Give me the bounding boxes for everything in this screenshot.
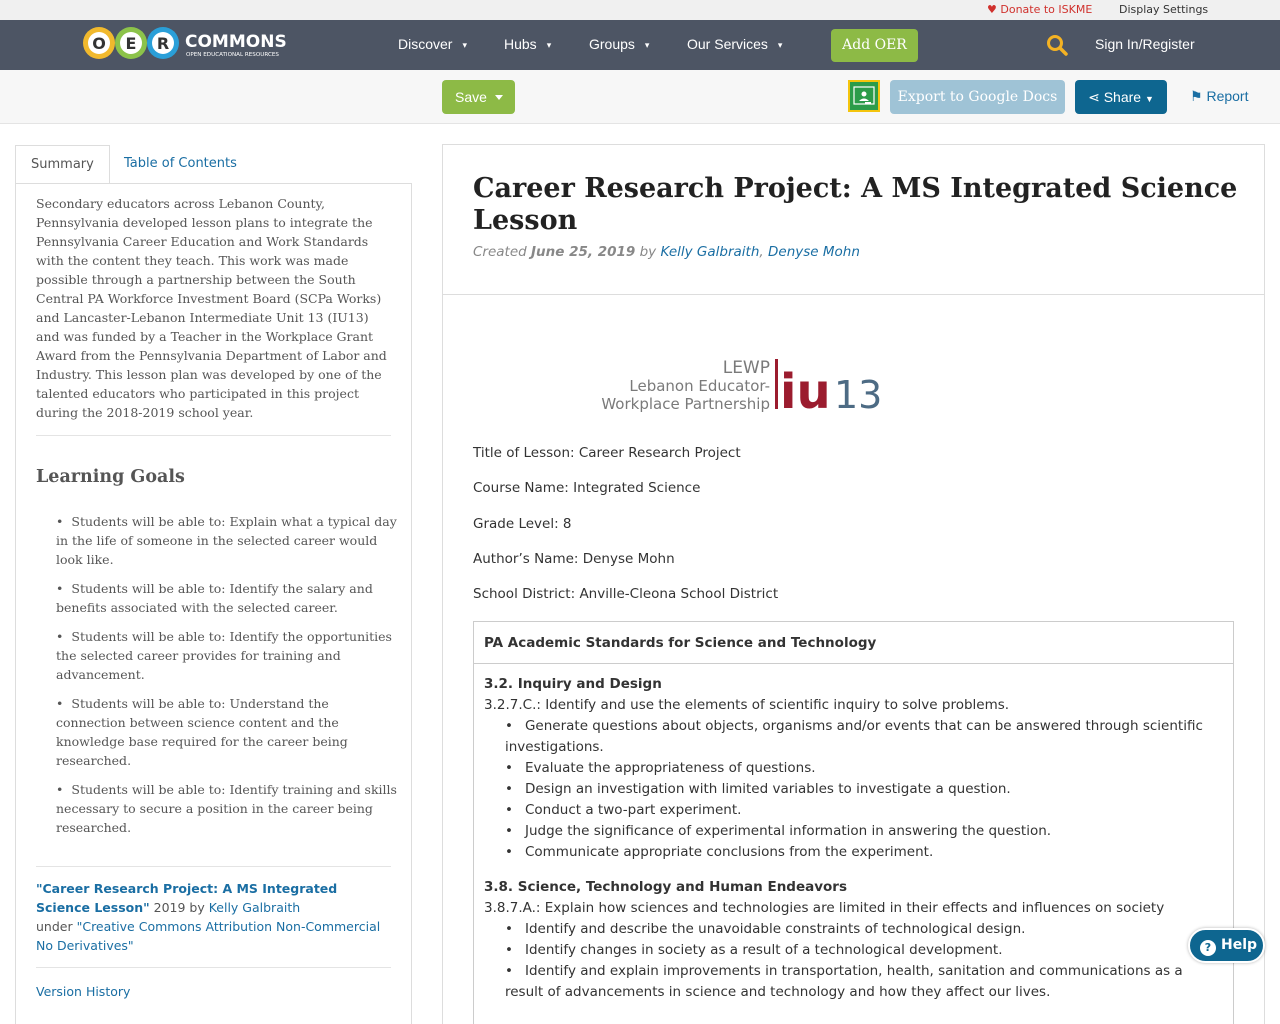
learning-goals-title: Learning Goals [36,467,185,487]
logo-text: COMMONS [185,32,287,52]
standard-list: Identify and describe the unavoidable co… [484,919,1224,1003]
standards-table: PA Academic Standards for Science and Te… [473,621,1234,1024]
standard-section-title: 3.8. Science, Technology and Human Endea… [484,879,847,895]
author-link[interactable]: Kelly Galbraith [209,900,300,915]
list-item: Communicate appropriate conclusions from… [505,842,1224,863]
help-button[interactable]: ? Help [1188,928,1265,963]
export-google-docs-button[interactable]: Export to Google Docs [890,80,1065,114]
tab-table-of-contents[interactable]: Table of Contents [109,145,252,184]
list-item: Judge the significance of experimental i… [505,821,1224,842]
logo-13: 13 [834,373,882,413]
caret-down-icon [495,95,503,100]
version-history-link[interactable]: Version History [36,984,130,999]
main-navbar: O E R COMMONS OPEN EDUCATIONAL RESOURCES… [0,20,1280,70]
report-link[interactable]: ⚑ Report [1190,88,1248,105]
add-oer-button[interactable]: Add OER [831,29,918,62]
nav-discover[interactable]: Discover ▾ [398,36,467,52]
list-item: Conduct a two-part experiment. [505,800,1224,821]
display-settings-link[interactable]: Display Settings [1119,3,1208,16]
top-strip: ♥ Donate to ISKME Display Settings [0,0,1280,20]
chevron-down-icon: ▾ [462,39,467,50]
google-classroom-icon[interactable] [848,80,880,112]
summary-text: Secondary educators across Lebanon Count… [36,196,387,420]
list-item: Design an investigation with limited var… [505,779,1224,800]
resource-header: Career Research Project: A MS Integrated… [443,145,1264,295]
list-item: Students will be able to: Identify the s… [56,579,401,617]
logo-subtext: OPEN EDUCATIONAL RESOURCES [186,52,279,58]
oer-commons-logo[interactable]: O E R COMMONS OPEN EDUCATIONAL RESOURCES [82,25,287,61]
standards-table-header: PA Academic Standards for Science and Te… [474,622,1233,664]
share-icon: ⋖ [1088,89,1100,105]
course-name-line: Course Name: Integrated Science [473,480,701,497]
logo-line2: Workplace Partnership [601,395,770,413]
question-icon: ? [1200,940,1216,956]
list-item: Evaluate the appropriateness of question… [505,758,1224,779]
nav-hubs[interactable]: Hubs ▾ [504,36,551,52]
donate-link[interactable]: ♥ Donate to ISKME [987,3,1092,16]
divider [36,866,391,867]
chevron-down-icon: ▾ [546,39,552,50]
save-button[interactable]: Save [442,80,515,114]
created-line: Created June 25, 2019 by Kelly Galbraith… [473,244,860,260]
tab-summary[interactable]: Summary [15,145,110,184]
resource-toolbar: Save Export to Google Docs ⋖ Share ▼ ⚑ R… [0,70,1280,124]
list-item: Students will be able to: Understand the… [56,694,401,770]
list-item: Identify and explain improvements in tra… [505,961,1224,1003]
list-item: Identify and describe the unavoidable co… [505,919,1224,940]
caret-down-icon: ▼ [1144,94,1154,104]
chevron-down-icon: ▾ [644,39,650,50]
author-name-line: Author’s Name: Denyse Mohn [473,550,675,567]
standard-section-title: 3.2. Inquiry and Design [484,676,662,692]
list-item: Students will be able to: Identify train… [56,780,401,837]
heart-icon: ♥ [987,3,997,16]
lesson-title-line: Title of Lesson: Career Research Project [473,445,741,461]
learning-goals-list: Students will be able to: Explain what a… [56,512,401,847]
standards-table-body: 3.2. Inquiry and Design 3.2.7.C.: Identi… [484,674,1224,1003]
sign-in-register-link[interactable]: Sign In/Register [1095,36,1195,52]
license-link[interactable]: "Creative Commons Attribution Non-Commer… [36,919,380,953]
nav-our-services[interactable]: Our Services ▾ [687,36,782,52]
divider [36,435,391,436]
classroom-glyph-icon [853,86,875,105]
created-date: June 25, 2019 [531,244,636,260]
divider [36,967,391,968]
logo-iu: iu [780,364,831,413]
logo-lewp: LEWP [723,358,770,378]
author-link[interactable]: Kelly Galbraith [660,244,759,260]
chevron-down-icon: ▾ [777,39,783,50]
standard-subtitle: 3.2.7.C.: Identify and use the elements … [484,697,1010,713]
nav-groups[interactable]: Groups ▾ [589,36,649,52]
license-attribution: "Career Research Project: A MS Integrate… [36,881,381,953]
list-item: Identify changes in society as a result … [505,940,1224,961]
standard-list: Generate questions about objects, organi… [484,716,1224,863]
summary-panel: Secondary educators across Lebanon Count… [15,183,412,1024]
lesson-info: Title of Lesson: Career Research Project… [473,445,778,621]
author-link[interactable]: Denyse Mohn [768,244,860,260]
logo-letter-o: O [92,34,106,53]
logo-letter-e: E [126,34,137,53]
logo-line1: Lebanon Educator- [629,377,770,395]
logo-letter-r: R [157,34,169,53]
school-district-line: School District: Anville-Cleona School D… [473,586,779,603]
lewp-iu13-logo: LEWP Lebanon Educator- Workplace Partner… [601,358,882,413]
left-tabs: Summary Table of Contents [15,145,412,184]
list-item: Generate questions about objects, organi… [505,716,1224,758]
list-item: Students will be able to: Identify the o… [56,627,401,684]
page-title: Career Research Project: A MS Integrated… [473,173,1238,236]
grade-level-line: Grade Level: 8 [473,515,572,532]
list-item: Students will be able to: Explain what a… [56,512,401,569]
flag-icon: ⚑ [1190,88,1203,104]
standard-subtitle: 3.8.7.A.: Explain how sciences and techn… [484,900,1165,916]
share-button[interactable]: ⋖ Share ▼ [1075,80,1167,114]
main-content-panel: Career Research Project: A MS Integrated… [442,144,1265,1024]
search-icon[interactable] [1046,34,1068,56]
